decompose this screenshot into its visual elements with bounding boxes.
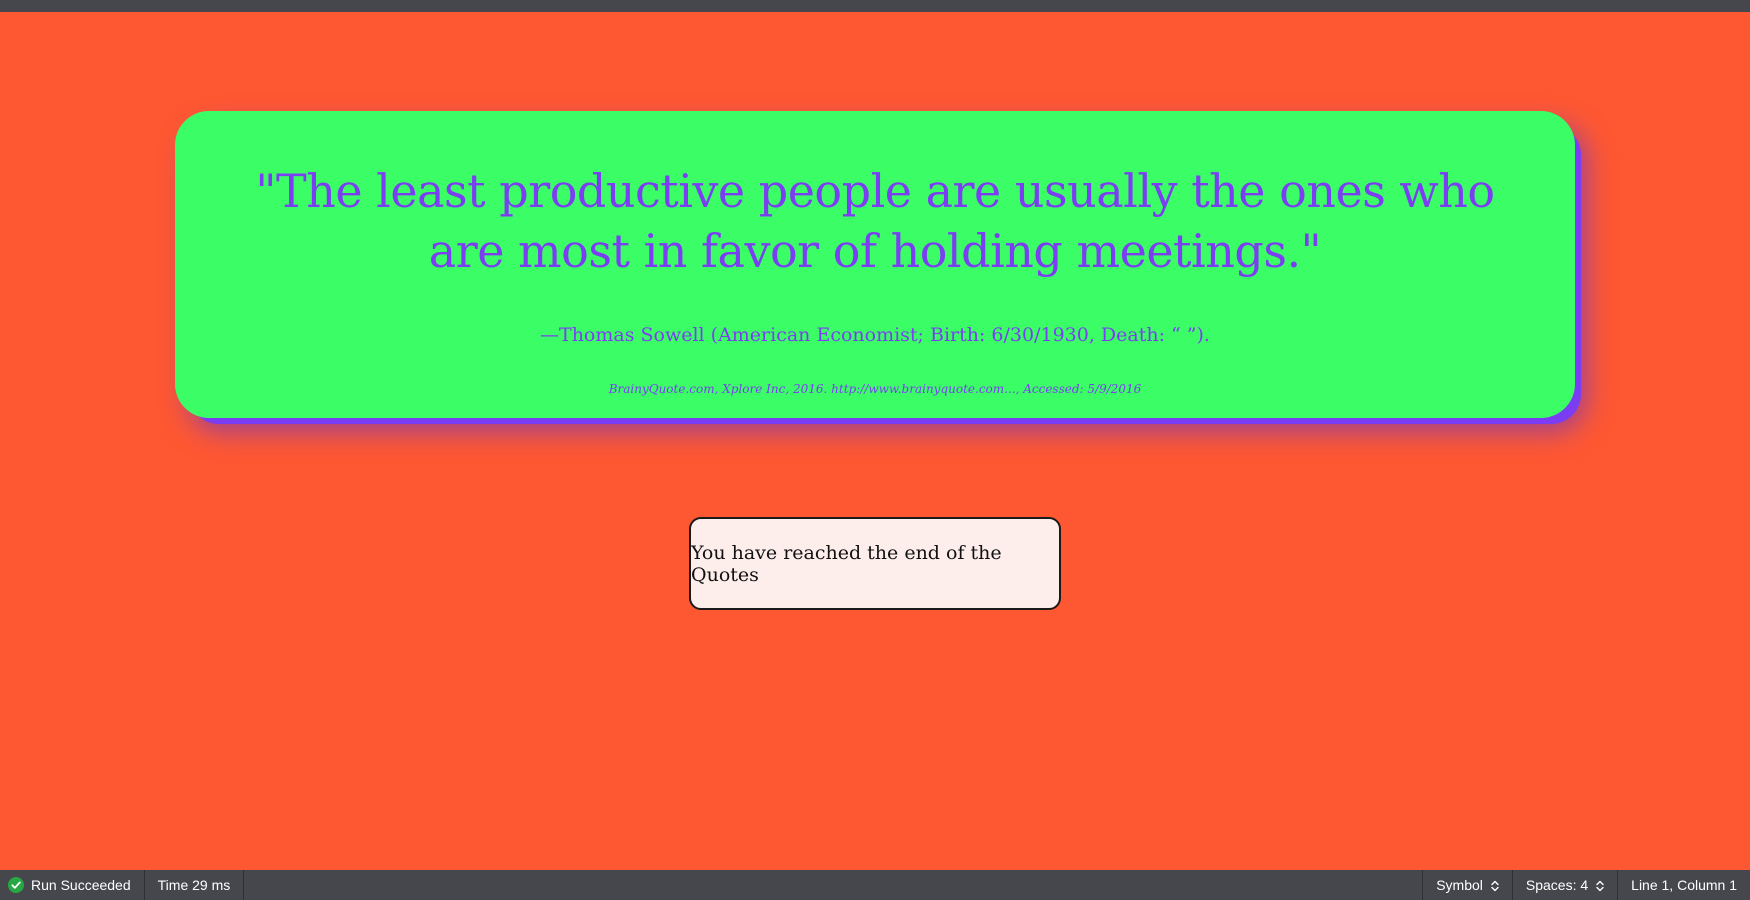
stepper-icon: [1491, 879, 1499, 892]
status-bar: Run Succeeded Time 29 ms Symbol Spaces: …: [0, 870, 1750, 900]
indent-selector[interactable]: Spaces: 4: [1511, 870, 1617, 900]
run-time-label: Time 29 ms: [157, 877, 231, 893]
stepper-icon: [1596, 879, 1604, 892]
run-time: Time 29 ms: [145, 870, 245, 900]
quote-author: —Thomas Sowell (American Economist; Birt…: [540, 324, 1210, 346]
quote-source: BrainyQuote.com, Xplore Inc, 2016. http:…: [608, 382, 1142, 396]
cursor-position[interactable]: Line 1, Column 1: [1617, 870, 1750, 900]
language-label: Symbol: [1436, 877, 1483, 893]
run-status-label: Run Succeeded: [31, 877, 131, 893]
language-selector[interactable]: Symbol: [1422, 870, 1512, 900]
cursor-position-label: Line 1, Column 1: [1631, 877, 1737, 893]
quote-card: "The least productive people are usually…: [175, 111, 1575, 418]
top-toolbar-strip: [0, 0, 1750, 12]
run-status[interactable]: Run Succeeded: [0, 870, 145, 900]
end-of-quotes-message: You have reached the end of the Quotes: [689, 517, 1061, 610]
check-circle-icon: [8, 877, 24, 893]
indent-label: Spaces: 4: [1525, 877, 1589, 893]
quote-text: "The least productive people are usually…: [255, 164, 1495, 278]
